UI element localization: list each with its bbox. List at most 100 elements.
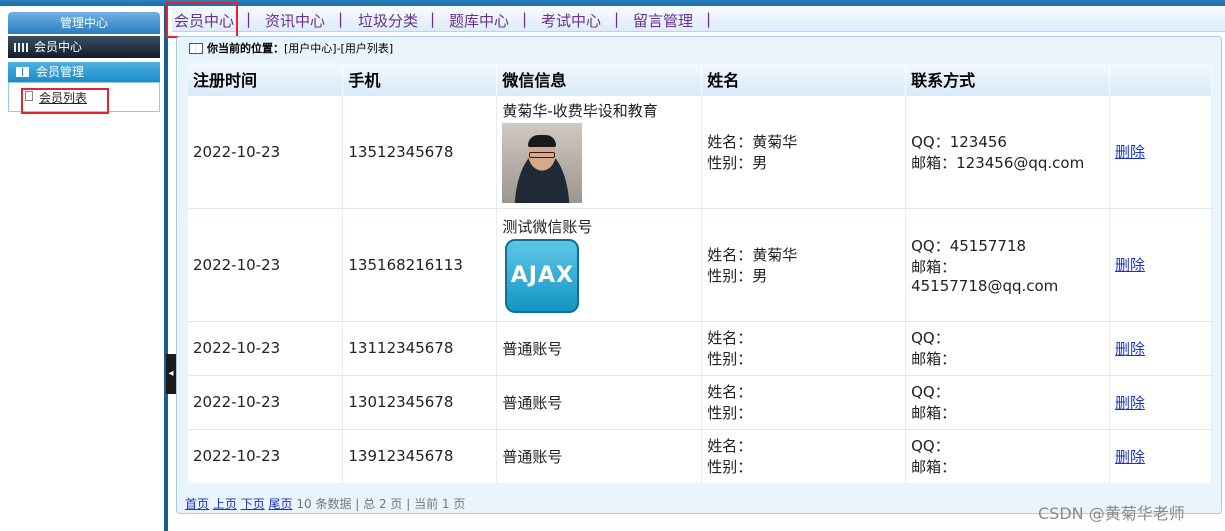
delete-link[interactable]: 删除 (1115, 143, 1145, 161)
col-wechat: 微信信息 (496, 63, 703, 95)
name-label: 姓名： (707, 132, 753, 151)
cell-date: 2022-10-23 (188, 428, 344, 483)
name-value: 黄菊华 (752, 132, 798, 151)
name-label: 姓名： (707, 245, 753, 264)
highlight-box-sidebar (21, 88, 109, 114)
nav-separator: | (430, 10, 436, 28)
cell-action: 删除 (1109, 428, 1212, 483)
book-icon (189, 43, 203, 54)
cell-phone: 13112345678 (342, 320, 498, 375)
qq-label: QQ： (911, 383, 950, 401)
qq-value: 123456 (949, 132, 1007, 151)
cell-date: 2022-10-23 (188, 320, 344, 375)
sidebar-member-center-label: 会员中心 (34, 40, 83, 54)
col-action (1109, 63, 1212, 95)
pager-last-link[interactable]: 尾页 (269, 497, 293, 511)
grid-icon (14, 43, 28, 52)
nav-news-center[interactable]: 资讯中心 (265, 10, 325, 31)
breadcrumb-path: [用户中心]-[用户列表] (284, 42, 394, 55)
col-name: 姓名 (701, 63, 907, 95)
qq-label: QQ： (911, 437, 950, 456)
pagination: 首页 上页 下页 尾页 10 条数据 | 总 2 页 | 当前 1 页 (185, 495, 465, 512)
cell-phone: 13012345678 (342, 374, 498, 429)
cell-contact: QQ：123456 邮箱：123456@qq.com (905, 94, 1111, 208)
nav-garbage-classify[interactable]: 垃圾分类 (358, 10, 418, 31)
cell-wechat: 普通账号 (496, 374, 703, 429)
email-label: 邮箱： (911, 404, 957, 422)
name-label: 姓名： (707, 329, 753, 347)
watermark: CSDN @黄菊华老师 (1038, 504, 1185, 523)
table-header-row: 注册时间 手机 微信信息 姓名 联系方式 (188, 63, 1212, 95)
cell-action: 删除 (1109, 374, 1212, 429)
sidebar-group-member-manage[interactable]: 会员管理 (8, 62, 160, 82)
delete-link[interactable]: 删除 (1115, 256, 1145, 274)
top-nav: 会员中心 | 资讯中心 | 垃圾分类 | 题库中心 | 考试中心 | 留言管理 … (172, 6, 1225, 32)
main-panel: 你当前的位置：[用户中心]-[用户列表] 注册时间 手机 微信信息 姓名 联系方… (176, 36, 1222, 514)
pager-first-link[interactable]: 首页 (185, 497, 209, 511)
cell-wechat: 测试微信账号 AJAX (496, 207, 703, 321)
cell-wechat: 普通账号 (496, 320, 703, 375)
cell-wechat: 黄菊华-收费毕设和教育 (496, 94, 703, 208)
cell-name: 姓名： 性别： (701, 428, 907, 483)
cell-date: 2022-10-23 (188, 207, 344, 321)
email-value: 123456@qq.com (956, 153, 1085, 172)
table-row: 2022-10-23 13112345678 普通账号 姓名： 性别： QQ： … (188, 320, 1212, 375)
wechat-nickname: 测试微信账号 (502, 218, 593, 236)
sidebar: 管理中心 会员中心 会员管理 会员列表 (0, 6, 168, 531)
nav-separator: | (338, 10, 344, 28)
highlight-box-nav (166, 2, 238, 38)
sidebar-header: 管理中心 (8, 12, 160, 34)
pager-next-link[interactable]: 下页 (241, 497, 265, 511)
gender-value: 男 (752, 153, 768, 172)
cell-contact: QQ： 邮箱： (905, 374, 1111, 429)
ajax-logo-icon: AJAX (505, 239, 580, 313)
gender-value: 男 (752, 266, 768, 285)
cell-date: 2022-10-23 (188, 94, 344, 208)
email-label: 邮箱： (911, 350, 957, 368)
table-row: 2022-10-23 135168216113 测试微信账号 AJAX 姓名：黄… (188, 207, 1212, 321)
cell-name: 姓名：黄菊华 性别：男 (701, 94, 907, 208)
cell-date: 2022-10-23 (188, 374, 344, 429)
delete-link[interactable]: 删除 (1115, 340, 1145, 358)
cell-phone: 135168216113 (342, 207, 498, 321)
col-register-time: 注册时间 (188, 63, 344, 95)
sidebar-member-center[interactable]: 会员中心 (8, 36, 160, 58)
breadcrumb-prefix: 你当前的位置： (207, 42, 284, 55)
table-row: 2022-10-23 13912345678 普通账号 姓名： 性别： QQ： … (188, 428, 1212, 483)
sidebar-group-label: 会员管理 (36, 65, 85, 79)
cell-action: 删除 (1109, 320, 1212, 375)
cell-name: 姓名：黄菊华 性别：男 (701, 207, 907, 321)
avatar (502, 123, 583, 203)
delete-link[interactable]: 删除 (1115, 448, 1145, 466)
qq-label: QQ： (911, 236, 950, 255)
collapse-sidebar-handle[interactable]: ◂ (166, 354, 176, 394)
table-row: 2022-10-23 13012345678 普通账号 姓名： 性别： QQ： … (188, 374, 1212, 429)
name-value: 黄菊华 (752, 245, 798, 264)
gender-label: 性别： (707, 458, 753, 477)
cell-phone: 13912345678 (342, 428, 498, 483)
cell-wechat: 普通账号 (496, 428, 703, 483)
nav-separator: | (246, 10, 252, 28)
pager-summary: 10 条数据 | 总 2 页 | 当前 1 页 (296, 497, 466, 511)
nav-message-manage[interactable]: 留言管理 (633, 10, 693, 31)
cell-contact: QQ：45157718 邮箱： 45157718@qq.com (905, 207, 1111, 321)
nav-exam-center[interactable]: 考试中心 (541, 10, 601, 31)
name-label: 姓名： (707, 383, 753, 401)
email-label: 邮箱： (911, 458, 957, 477)
nav-question-bank[interactable]: 题库中心 (449, 10, 509, 31)
cell-contact: QQ： 邮箱： (905, 428, 1111, 483)
nav-separator: | (614, 10, 620, 28)
nav-separator: | (706, 10, 712, 28)
pager-prev-link[interactable]: 上页 (213, 497, 237, 511)
gender-label: 性别： (707, 153, 753, 172)
qq-label: QQ： (911, 132, 950, 151)
book-icon (16, 67, 29, 77)
email-label: 邮箱： (911, 257, 957, 276)
gender-label: 性别： (707, 404, 753, 422)
gender-label: 性别： (707, 266, 753, 285)
delete-link[interactable]: 删除 (1115, 394, 1145, 412)
nav-separator: | (522, 10, 528, 28)
cell-contact: QQ： 邮箱： (905, 320, 1111, 375)
email-value: 45157718@qq.com (911, 276, 1059, 295)
cell-action: 删除 (1109, 94, 1212, 208)
